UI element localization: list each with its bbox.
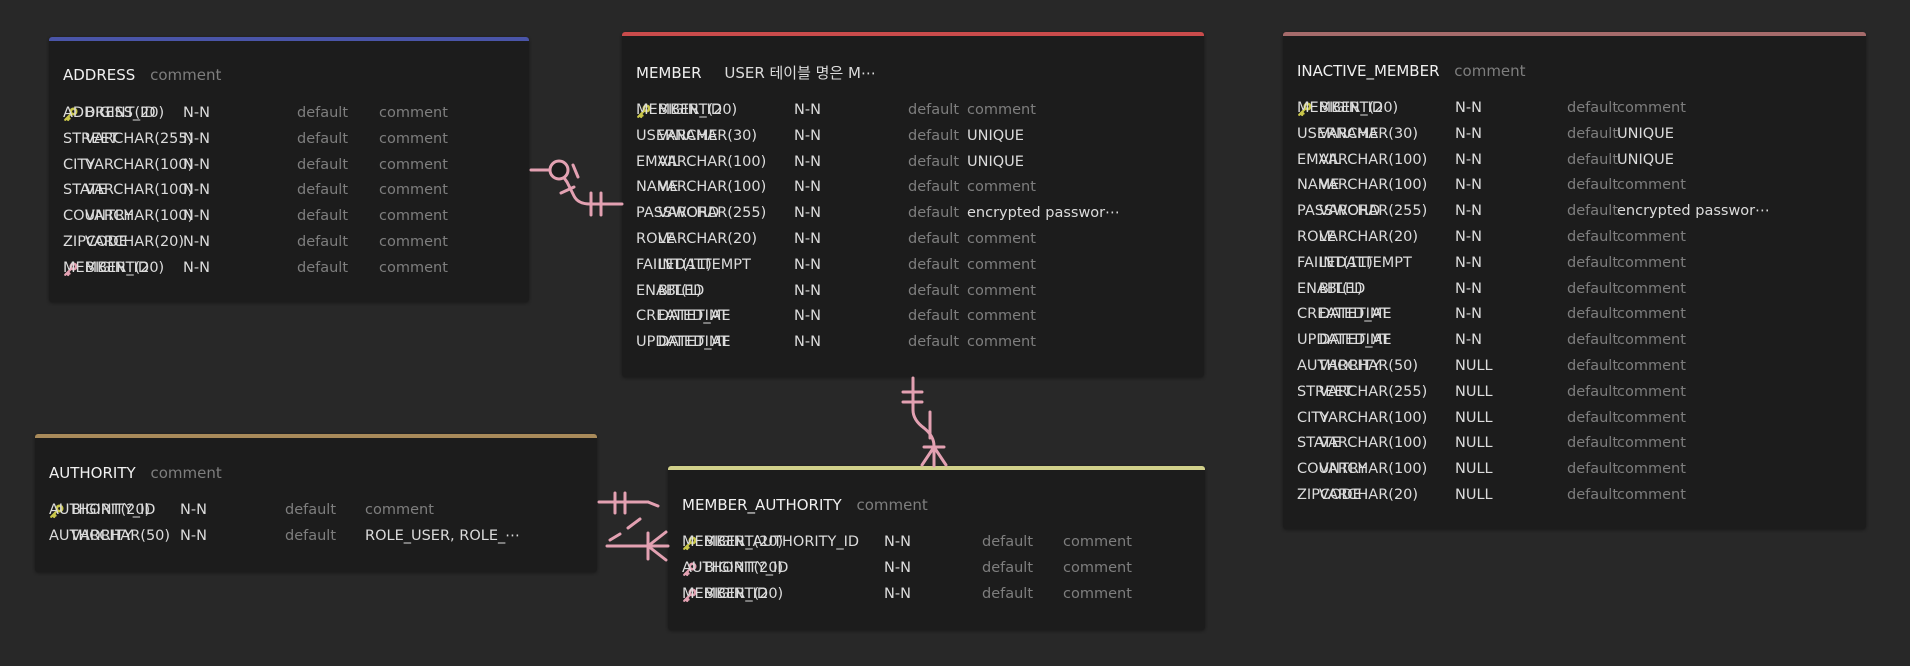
- relationship-address-member[interactable]: [529, 159, 624, 217]
- relationship-authority-member-authority[interactable]: [597, 491, 670, 562]
- relationship-lines: [529, 159, 948, 562]
- relationship-member-member-authority[interactable]: [901, 376, 948, 468]
